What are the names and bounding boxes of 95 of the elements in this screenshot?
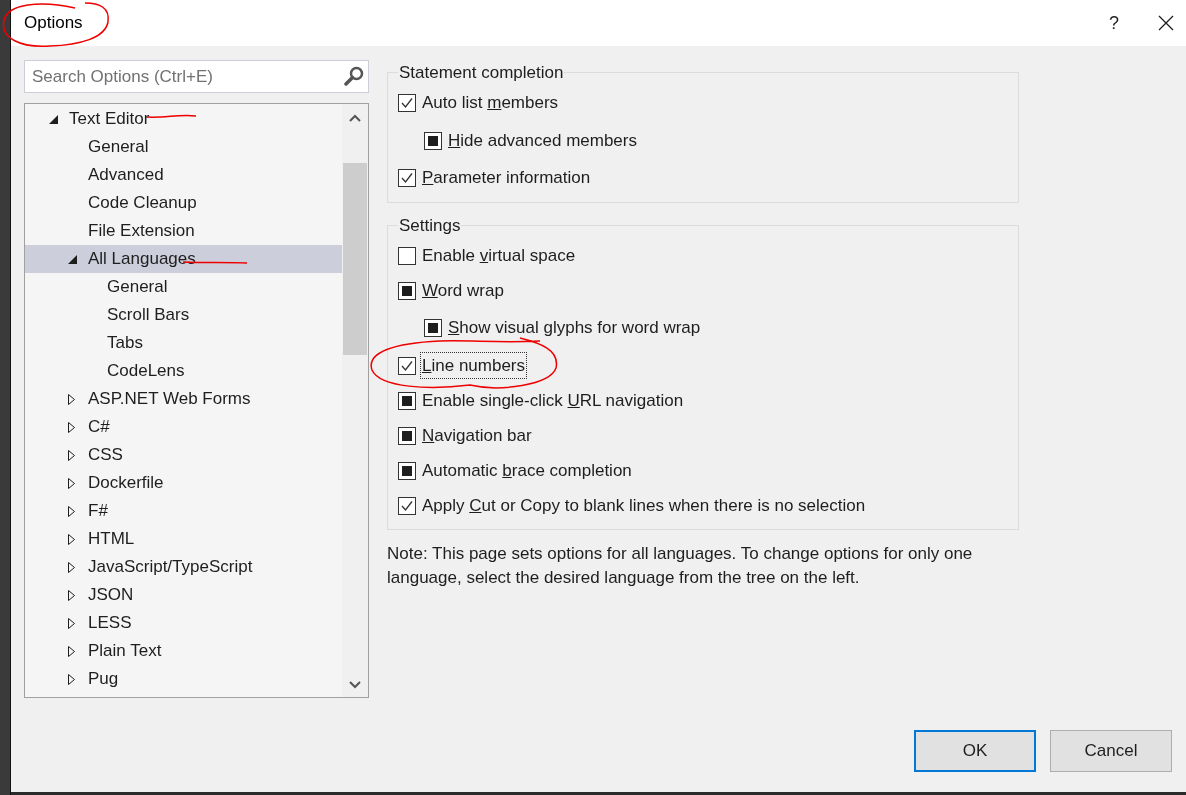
tree-item[interactable]: Dockerfile bbox=[25, 469, 342, 497]
tree-item[interactable]: Pug bbox=[25, 665, 342, 693]
checkbox[interactable] bbox=[398, 496, 416, 515]
collapsed-triangle-icon[interactable] bbox=[68, 561, 75, 573]
scroll-down-icon[interactable] bbox=[349, 681, 361, 689]
group-title: Statement completion bbox=[398, 62, 565, 84]
checkbox-label[interactable]: Line numbers bbox=[420, 351, 528, 380]
tree-item[interactable]: Advanced bbox=[25, 161, 342, 189]
checkmark-icon bbox=[400, 96, 414, 110]
tree-item-label: Advanced bbox=[88, 164, 164, 187]
collapsed-triangle-icon[interactable] bbox=[68, 673, 75, 685]
checkbox[interactable] bbox=[398, 356, 416, 375]
help-button[interactable]: ? bbox=[1092, 9, 1136, 37]
tree-item[interactable]: CSS bbox=[25, 441, 342, 469]
expanded-triangle-icon[interactable] bbox=[49, 114, 58, 124]
tree-item[interactable]: LESS bbox=[25, 609, 342, 637]
checkbox-label[interactable]: Parameter information bbox=[420, 164, 593, 192]
scroll-up-icon[interactable] bbox=[349, 114, 361, 122]
note-text: Note: This page sets options for all languages. To change options for only one language, select the desired language from the tree on the left. bbox=[387, 543, 974, 589]
checkbox-label[interactable]: Navigation bar bbox=[420, 421, 534, 450]
tree-item-label: General bbox=[107, 276, 168, 299]
tree-item[interactable]: Plain Text bbox=[25, 637, 342, 665]
checkbox[interactable] bbox=[398, 246, 416, 265]
scrollbar[interactable] bbox=[342, 104, 368, 697]
tree-item-label: Tabs bbox=[107, 332, 143, 355]
tree-item[interactable]: JSON bbox=[25, 581, 342, 609]
collapsed-triangle-icon[interactable] bbox=[68, 645, 75, 657]
collapsed-triangle-icon[interactable] bbox=[68, 589, 75, 601]
tree-item-label: General bbox=[88, 136, 149, 159]
tree-item-label: JavaScript/TypeScript bbox=[88, 556, 253, 579]
tree-item[interactable]: Scroll Bars bbox=[25, 301, 342, 329]
tree-item-label: CSS bbox=[88, 444, 123, 467]
checkbox[interactable] bbox=[398, 461, 416, 480]
group-title: Settings bbox=[398, 214, 462, 237]
tree-item-label: LESS bbox=[88, 612, 132, 635]
checkbox-label[interactable]: Enable virtual space bbox=[420, 241, 578, 270]
tree-item-label: F# bbox=[88, 500, 108, 523]
checkbox[interactable] bbox=[398, 426, 416, 445]
tree-item[interactable]: F# bbox=[25, 497, 342, 525]
tree-item-label: Pug bbox=[88, 668, 119, 691]
tree-item[interactable]: Tabs bbox=[25, 329, 342, 357]
checkbox[interactable] bbox=[398, 94, 416, 112]
scrollbar-thumb[interactable] bbox=[343, 163, 367, 355]
search-icon[interactable] bbox=[344, 66, 364, 86]
tree-item-label: Plain Text bbox=[88, 640, 162, 663]
checkbox[interactable] bbox=[398, 169, 416, 187]
collapsed-triangle-icon[interactable] bbox=[68, 477, 75, 489]
tree-item[interactable]: File Extension bbox=[25, 217, 342, 245]
tree-item-label: JSON bbox=[88, 584, 134, 607]
tree-item[interactable]: Text Editor bbox=[25, 105, 342, 133]
checkbox-label[interactable]: Auto list members bbox=[420, 89, 561, 117]
checkbox[interactable] bbox=[398, 391, 416, 410]
tree-item[interactable]: HTML bbox=[25, 525, 342, 553]
collapsed-triangle-icon[interactable] bbox=[68, 617, 75, 629]
search-field[interactable]: Search Options (Ctrl+E) bbox=[24, 60, 369, 93]
expanded-triangle-icon[interactable] bbox=[68, 254, 77, 264]
tree-item[interactable]: All Languages bbox=[25, 245, 342, 273]
tree-item-label: C# bbox=[88, 416, 110, 439]
tree-item-label: ASP.NET Web Forms bbox=[88, 388, 251, 411]
ok-button[interactable]: OK bbox=[914, 730, 1036, 772]
tree-item-label: Code Cleanup bbox=[88, 192, 197, 215]
tree-item-label: Scroll Bars bbox=[107, 304, 190, 327]
collapsed-triangle-icon[interactable] bbox=[68, 393, 75, 405]
checkbox-label[interactable]: Apply Cut or Copy to blank lines when there is no selection bbox=[420, 491, 868, 520]
close-icon[interactable] bbox=[1158, 15, 1174, 31]
tree-item-label: Text Editor bbox=[69, 108, 150, 131]
collapsed-triangle-icon[interactable] bbox=[68, 449, 75, 461]
collapsed-triangle-icon[interactable] bbox=[68, 421, 75, 433]
tree-item[interactable]: JavaScript/TypeScript bbox=[25, 553, 342, 581]
checkbox[interactable] bbox=[398, 281, 416, 300]
checkbox-label[interactable]: Hide advanced members bbox=[446, 126, 639, 155]
checkbox-label[interactable]: Show visual glyphs for word wrap bbox=[446, 314, 703, 342]
tree-item-label: CodeLens bbox=[107, 360, 185, 383]
tree-item[interactable]: ASP.NET Web Forms bbox=[25, 385, 342, 413]
collapsed-triangle-icon[interactable] bbox=[68, 505, 75, 517]
tree-item[interactable]: General bbox=[25, 133, 342, 161]
checkbox[interactable] bbox=[424, 319, 442, 337]
tree-item[interactable]: Code Cleanup bbox=[25, 189, 342, 217]
checkbox-label[interactable]: Enable single-click URL navigation bbox=[420, 386, 686, 415]
tree-item[interactable]: CodeLens bbox=[25, 357, 342, 385]
collapsed-triangle-icon[interactable] bbox=[68, 533, 75, 545]
checkmark-icon bbox=[400, 498, 414, 513]
tree-item[interactable]: C# bbox=[25, 413, 342, 441]
tree-item-label: All Languages bbox=[88, 248, 196, 271]
tree-item-label: File Extension bbox=[88, 220, 195, 243]
checkbox-label[interactable]: Automatic brace completion bbox=[420, 456, 634, 485]
window-title: Options bbox=[24, 12, 83, 35]
tree-item-label: HTML bbox=[88, 528, 135, 551]
cancel-button[interactable]: Cancel bbox=[1050, 730, 1172, 772]
checkbox[interactable] bbox=[424, 131, 442, 150]
tree-item[interactable]: General bbox=[25, 273, 342, 301]
checkmark-icon bbox=[400, 358, 414, 373]
checkmark-icon bbox=[400, 171, 414, 185]
checkbox-label[interactable]: Word wrap bbox=[420, 276, 506, 305]
tree-item-label: Dockerfile bbox=[88, 472, 164, 495]
